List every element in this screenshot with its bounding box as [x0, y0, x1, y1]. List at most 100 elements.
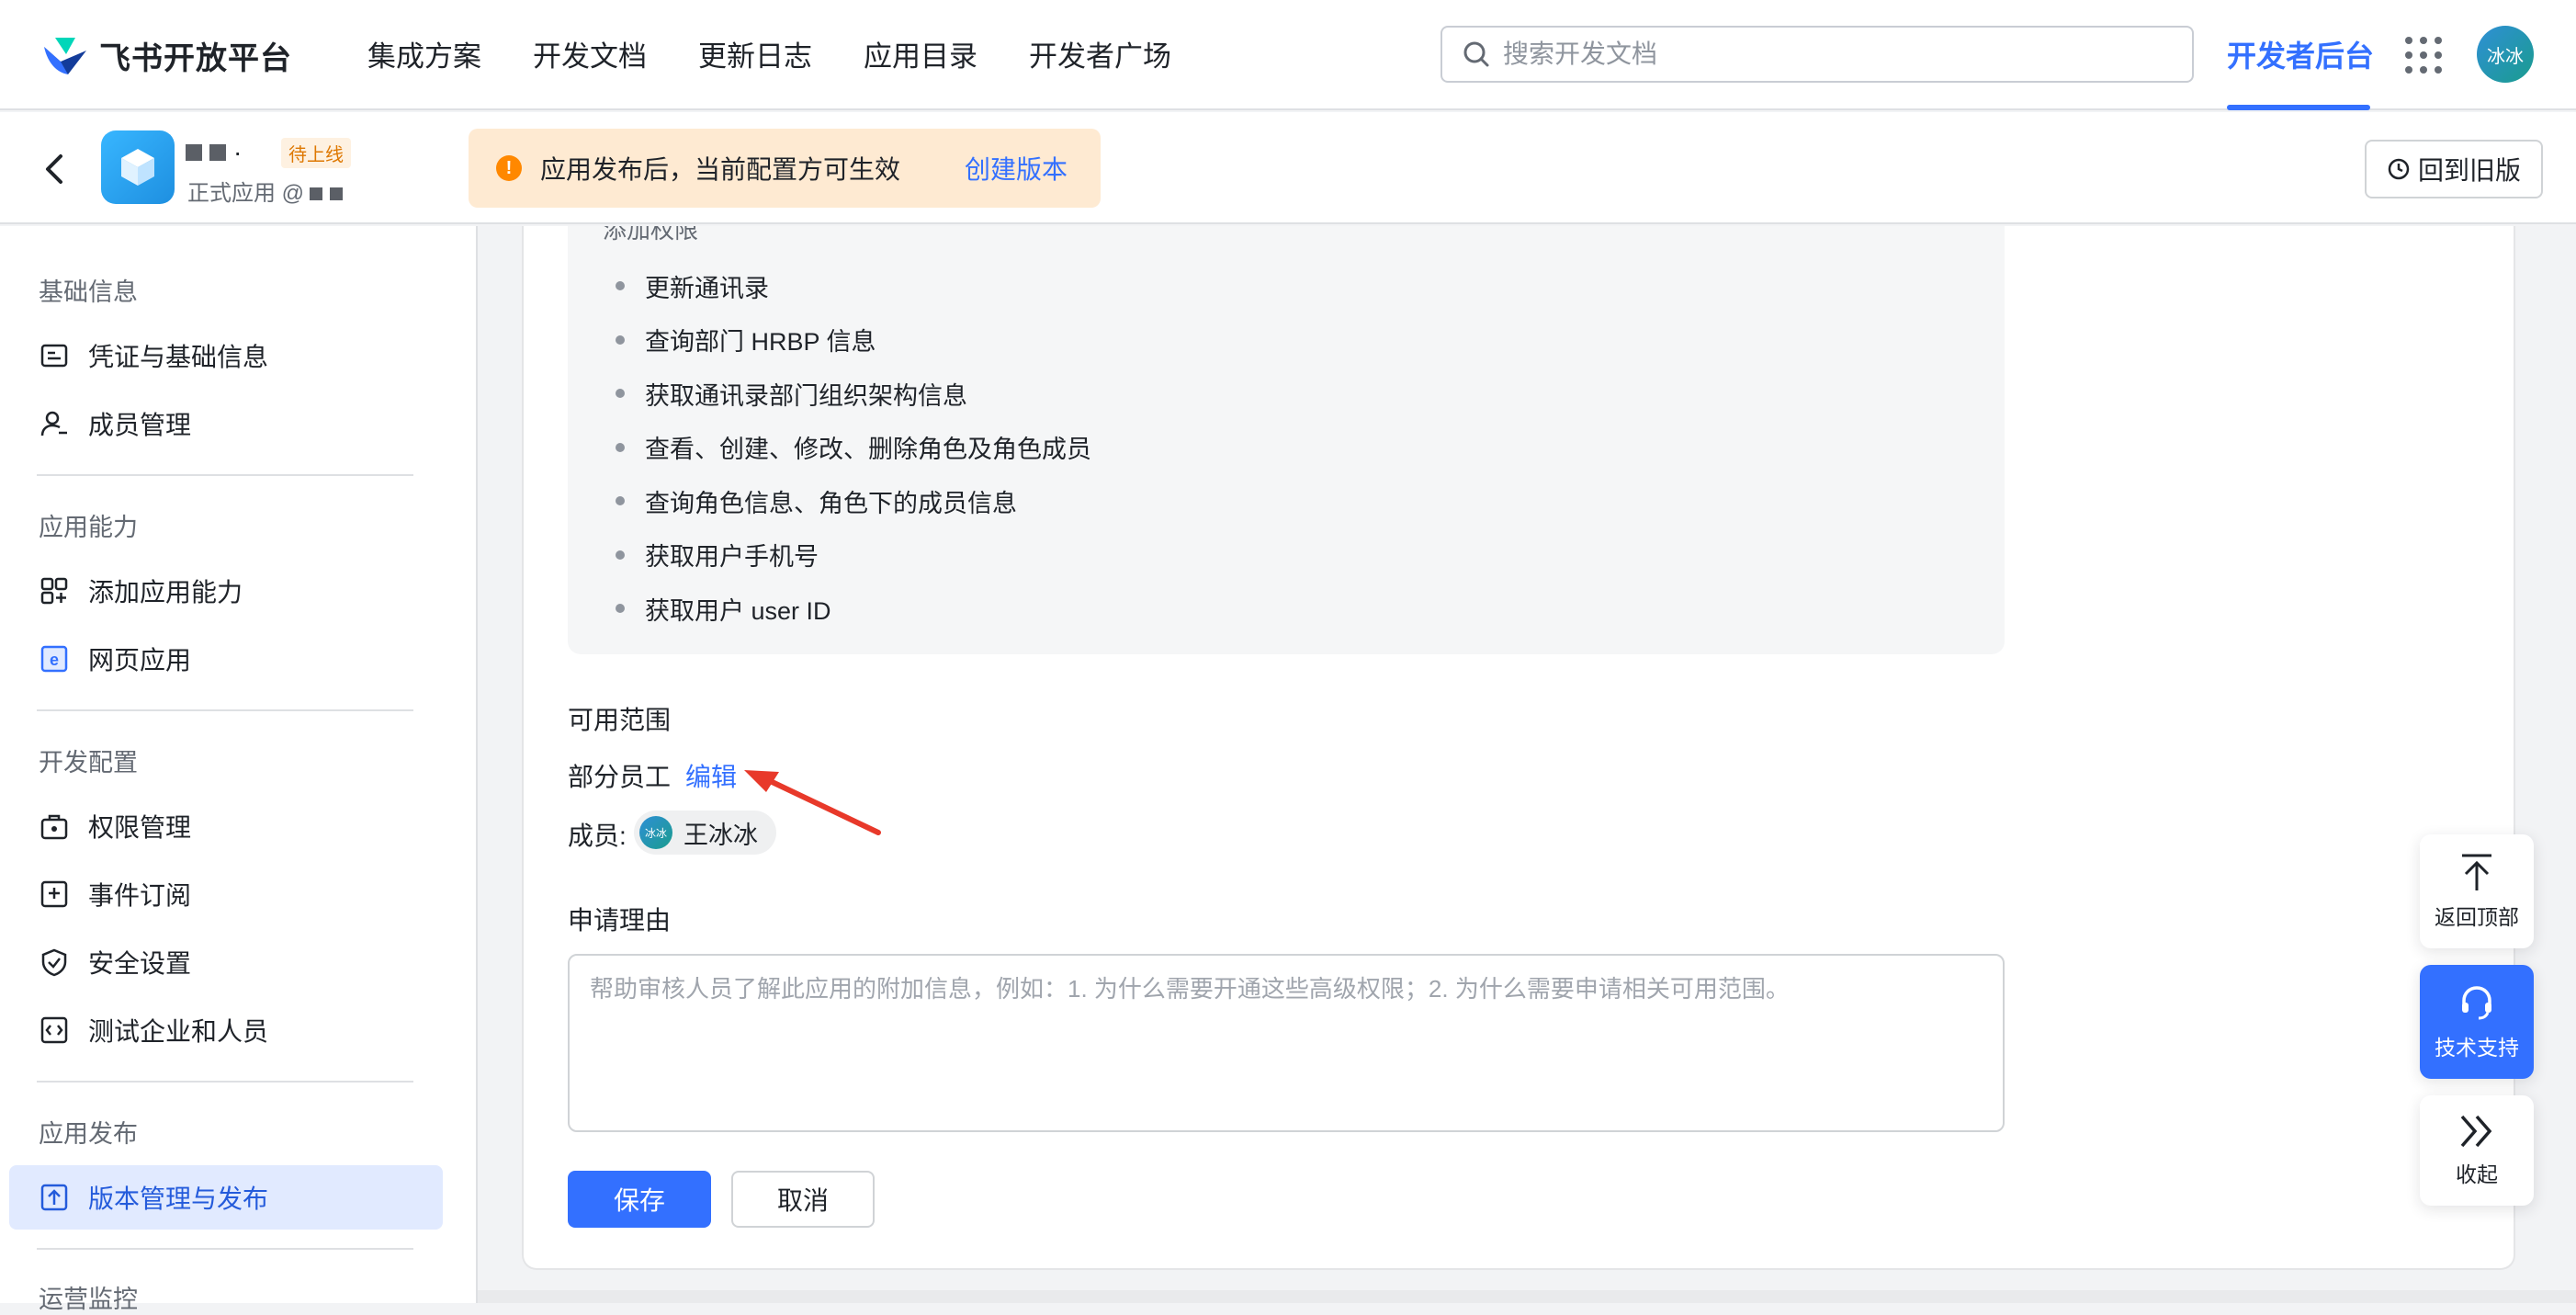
brand[interactable]: 飞书开放平台 — [40, 33, 292, 78]
permission-list-box: 添加权限 更新通讯录 查询部门 HRBP 信息 获取通讯录部门组织架构信息 查看… — [568, 226, 2005, 654]
redacted-block — [209, 144, 226, 161]
list-item: 查看、创建、修改、删除角色及角色成员 — [616, 421, 1091, 475]
search-icon — [1463, 41, 1489, 67]
scope-title: 可用范围 — [568, 706, 672, 734]
permission-icon — [40, 814, 68, 840]
app-type-label: 正式应用 @ — [187, 175, 350, 207]
sidebar: 基础信息 凭证与基础信息 成员管理 应用能力 添加应用能力 e 网页应用 开发配… — [0, 226, 478, 1313]
app-icon — [101, 130, 175, 204]
app-name-dot: · — [233, 138, 248, 166]
web-app-icon: e — [40, 645, 68, 673]
arrow-up-icon — [2462, 854, 2491, 890]
reason-title: 申请理由 — [568, 906, 672, 935]
tech-support-button[interactable]: 技术支持 — [2420, 965, 2534, 1079]
shield-icon — [41, 948, 67, 977]
sidebar-item-label: 网页应用 — [88, 646, 192, 675]
nav-link-developer-square[interactable]: 开发者广场 — [1029, 33, 1171, 74]
sidebar-item-web-app[interactable]: e 网页应用 — [9, 627, 443, 691]
content-card: 添加权限 更新通讯录 查询部门 HRBP 信息 获取通讯录部门组织架构信息 查看… — [522, 226, 2515, 1270]
tech-support-label: 技术支持 — [2435, 1036, 2519, 1060]
sidebar-divider — [37, 1248, 413, 1250]
headset-icon — [2462, 986, 2491, 1020]
add-capability-icon — [40, 577, 68, 605]
nav-link-changelog[interactable]: 更新日志 — [698, 33, 812, 74]
reason-field[interactable] — [568, 954, 2005, 1132]
back-to-top-label: 返回顶部 — [2435, 905, 2519, 929]
sidebar-item-security[interactable]: 安全设置 — [9, 930, 443, 994]
sidebar-group-publish: 应用发布 — [39, 1120, 138, 1148]
list-item: 获取通讯录部门组织架构信息 — [616, 367, 1091, 421]
redacted-block — [310, 187, 323, 200]
sidebar-divider — [37, 1081, 413, 1083]
double-chevron-right-icon — [2460, 1115, 2492, 1148]
member-name: 王冰冰 — [684, 821, 758, 849]
scope-edit-link[interactable]: 编辑 — [685, 757, 737, 794]
sidebar-item-label: 成员管理 — [88, 411, 192, 439]
list-item: 获取用户 user ID — [616, 582, 1091, 636]
credential-icon — [40, 344, 68, 368]
app-name: · — [186, 138, 247, 167]
sidebar-divider — [37, 709, 413, 711]
member-label: 成员: — [568, 822, 627, 850]
sidebar-item-members[interactable]: 成员管理 — [9, 391, 443, 456]
status-badge: 待上线 — [281, 138, 351, 168]
list-item: 获取用户手机号 — [616, 528, 1091, 583]
collapse-button[interactable]: 收起 — [2420, 1095, 2534, 1206]
sidebar-item-credentials[interactable]: 凭证与基础信息 — [9, 323, 443, 388]
permission-heading: 添加权限 — [603, 226, 699, 244]
upload-icon — [40, 1184, 68, 1211]
search-input[interactable] — [1503, 40, 2146, 69]
cancel-button[interactable]: 取消 — [731, 1171, 875, 1228]
warning-icon: ! — [496, 155, 522, 181]
sidebar-group-basic: 基础信息 — [39, 278, 138, 306]
back-to-old-version-button[interactable]: 回到旧版 — [2365, 140, 2543, 198]
sidebar-item-events[interactable]: 事件订阅 — [9, 862, 443, 926]
sidebar-item-permissions[interactable]: 权限管理 — [9, 794, 443, 858]
nav-link-docs[interactable]: 开发文档 — [533, 33, 647, 74]
redacted-block — [330, 187, 344, 200]
list-item: 查询角色信息、角色下的成员信息 — [616, 474, 1091, 528]
sidebar-item-label: 凭证与基础信息 — [88, 343, 269, 371]
sidebar-group-capability: 应用能力 — [39, 514, 138, 541]
nav-link-solutions[interactable]: 集成方案 — [367, 33, 481, 74]
app-header-bar: · 待上线 正式应用 @ ! 应用发布后，当前配置方可生效 创建版本 回到旧版 — [0, 112, 2576, 224]
collapse-label: 收起 — [2456, 1162, 2498, 1186]
nav-link-app-directory[interactable]: 应用目录 — [864, 33, 977, 74]
back-to-top-button[interactable]: 返回顶部 — [2420, 834, 2534, 948]
brand-name: 飞书开放平台 — [99, 41, 292, 76]
permission-list: 更新通讯录 查询部门 HRBP 信息 获取通讯录部门组织架构信息 查看、创建、修… — [616, 259, 1091, 636]
create-version-link[interactable]: 创建版本 — [965, 150, 1068, 187]
active-tab-indicator — [2227, 105, 2370, 110]
avatar: 冰冰 — [639, 816, 672, 849]
event-icon — [40, 880, 68, 908]
sidebar-item-label: 事件订阅 — [88, 881, 192, 910]
old-version-label: 回到旧版 — [2417, 156, 2521, 185]
sidebar-item-label: 版本管理与发布 — [88, 1185, 269, 1213]
reason-textarea[interactable] — [590, 970, 1983, 1116]
apps-grid-icon[interactable] — [2405, 37, 2442, 74]
sidebar-item-test-enterprise[interactable]: 测试企业和人员 — [9, 998, 443, 1062]
sidebar-item-label: 测试企业和人员 — [88, 1017, 269, 1046]
sidebar-group-dev-config: 开发配置 — [39, 749, 138, 777]
back-arrow-icon[interactable] — [40, 151, 68, 187]
cube-icon — [121, 149, 154, 186]
developer-console-link[interactable]: 开发者后台 — [2227, 33, 2374, 75]
scope-value: 部分员工 — [568, 763, 672, 791]
list-item: 查询部门 HRBP 信息 — [616, 313, 1091, 368]
history-icon — [2388, 158, 2410, 180]
sidebar-item-label: 添加应用能力 — [88, 578, 243, 606]
feishu-logo-icon — [44, 37, 86, 74]
member-chip: 冰冰 王冰冰 — [634, 811, 776, 855]
save-button[interactable]: 保存 — [568, 1171, 711, 1228]
member-icon — [40, 411, 67, 436]
sidebar-item-version-publish[interactable]: 版本管理与发布 — [9, 1165, 443, 1230]
notice-text: 应用发布后，当前配置方可生效 — [540, 155, 901, 184]
user-avatar[interactable]: 冰冰 — [2477, 26, 2534, 83]
list-item: 更新通讯录 — [616, 259, 1091, 313]
sidebar-item-add-capability[interactable]: 添加应用能力 — [9, 559, 443, 623]
search-box[interactable] — [1441, 26, 2194, 83]
main-nav: 集成方案 开发文档 更新日志 应用目录 开发者广场 — [367, 33, 1223, 74]
publish-notice: ! 应用发布后，当前配置方可生效 创建版本 — [469, 129, 1101, 208]
code-icon — [40, 1016, 68, 1044]
redacted-block — [186, 144, 202, 161]
